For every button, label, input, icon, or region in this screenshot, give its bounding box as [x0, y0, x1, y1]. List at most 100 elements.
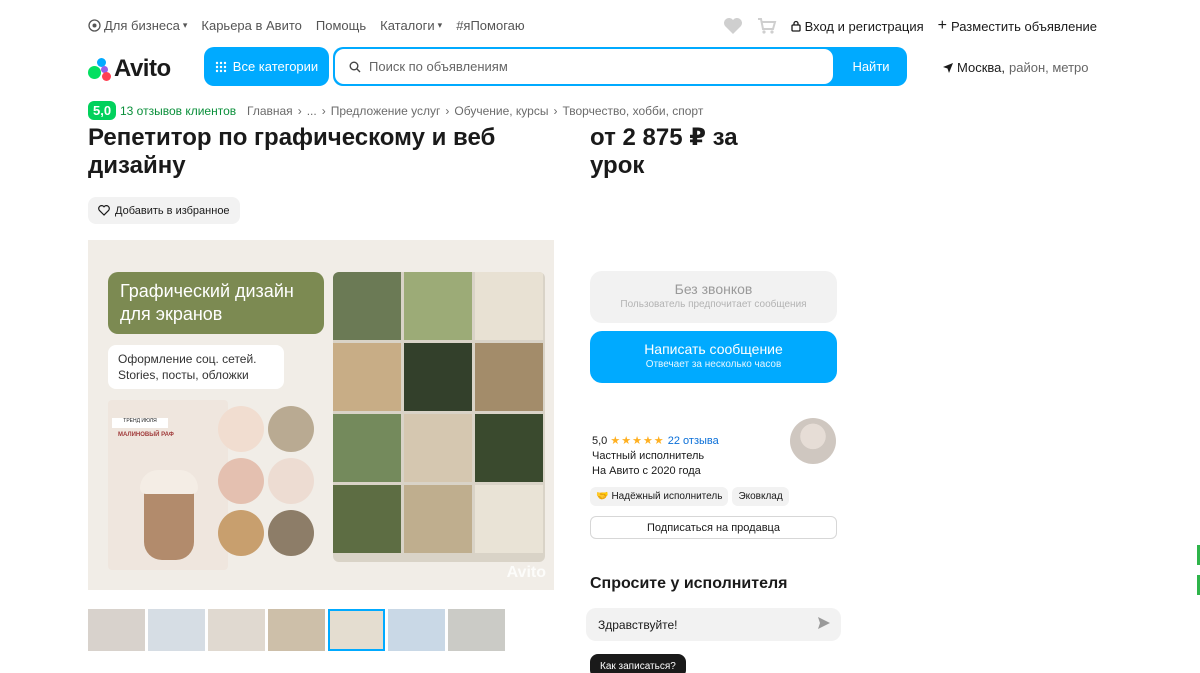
write-message-button[interactable]: Написать сообщение Отвечает за несколько… — [590, 331, 837, 383]
logo-dots-icon — [88, 58, 112, 81]
design-circle — [218, 510, 264, 556]
no-calls-subtitle: Пользователь предпочитает сообщения — [620, 299, 807, 310]
reliable-badge[interactable]: 🤝 Надёжный исполнитель — [590, 487, 729, 506]
search-button[interactable]: Найти — [835, 47, 907, 86]
rating-badge: 5,0 — [88, 101, 117, 120]
breadcrumb-home[interactable]: Главная — [247, 104, 293, 118]
breadcrumb-separator: › — [321, 104, 326, 118]
star-rating-icon: ★★★★★ — [610, 435, 665, 447]
seller-since: На Авито с 2020 года — [592, 465, 701, 477]
plus-icon: + — [937, 17, 947, 34]
breadcrumb-separator: › — [445, 104, 450, 118]
reliable-badge-label: Надёжный исполнитель — [611, 491, 723, 502]
login-link[interactable]: Вход и регистрация — [790, 18, 924, 34]
search-placeholder: Поиск по объявлениям — [369, 59, 508, 74]
location-hint: район, метро — [1009, 60, 1089, 75]
seller-type: Частный исполнитель — [592, 450, 705, 462]
location-selector[interactable]: Москва, район, метро — [943, 60, 1089, 75]
thumbnail[interactable] — [208, 609, 265, 651]
send-icon[interactable] — [817, 616, 831, 630]
logo-text: Avito — [114, 55, 171, 82]
catalogs-label: Каталоги — [380, 18, 435, 33]
design-circle — [268, 406, 314, 452]
promo-card: ТРЕНД ИЮЛЯ МАЛИНОВЫЙ РАФ — [108, 400, 228, 570]
all-categories-button[interactable]: Все категории — [204, 47, 329, 86]
top-nav: Для бизнеса ▾ Карьера в Авито Помощь Кат… — [88, 18, 525, 33]
breadcrumb-ellipsis[interactable]: ... — [307, 104, 317, 118]
promo-card-label: МАЛИНОВЫЙ РАФ — [118, 432, 174, 438]
main-listing-image[interactable]: Графический дизайн для экранов Оформлени… — [88, 240, 554, 590]
listing-title: Репетитор по графическому и веб дизайну — [88, 124, 496, 179]
breadcrumb: Главная › ... › Предложение услуг › Обуч… — [247, 104, 703, 118]
thumbnail[interactable] — [388, 609, 445, 651]
promo-subline: Оформление соц. сетей. Stories, посты, о… — [108, 345, 284, 389]
business-link[interactable]: Для бизнеса ▾ — [88, 18, 187, 33]
write-message-label: Написать сообщение — [644, 341, 783, 357]
breadcrumb-separator: › — [297, 104, 302, 118]
top-bar: Для бизнеса ▾ Карьера в Авито Помощь Кат… — [0, 0, 1200, 52]
write-message-subtitle: Отвечает за несколько часов — [645, 359, 782, 370]
ask-section-title: Спросите у исполнителя — [590, 575, 788, 592]
thumbnail[interactable] — [88, 609, 145, 651]
chevron-down-icon: ▾ — [437, 20, 443, 30]
handshake-icon: 🤝 — [596, 491, 609, 502]
career-link[interactable]: Карьера в Авито — [201, 18, 302, 33]
login-label: Вход и регистрация — [804, 18, 924, 34]
search-bar: Поиск по объявлениям Найти — [333, 47, 907, 86]
seller-badges: 🤝 Надёжный исполнитель Эковклад — [590, 487, 789, 506]
instagram-grid-preview — [333, 272, 545, 562]
catalogs-link[interactable]: Каталоги ▾ — [380, 18, 442, 33]
add-to-favorites-button[interactable]: Добавить в избранное — [88, 197, 240, 224]
ihelp-link[interactable]: #яПомогаю — [456, 18, 524, 33]
top-actions: Вход и регистрация + Разместить объявлен… — [723, 17, 1097, 35]
avatar[interactable] — [790, 418, 836, 464]
price-value: от 2 875 ₽ за урок — [590, 124, 738, 179]
no-calls-title: Без звонков — [674, 281, 753, 297]
grid-dots-icon — [215, 61, 226, 72]
promo-card-tag: ТРЕНД ИЮЛЯ — [112, 418, 168, 428]
help-link[interactable]: Помощь — [316, 18, 366, 33]
listing-price: от 2 875 ₽ за урок — [590, 124, 750, 180]
promo-headline: Графический дизайн для экранов — [108, 272, 324, 334]
eco-deposit-label: Эковклад — [738, 491, 783, 502]
seller-reviews-link[interactable]: 22 отзыва — [668, 435, 719, 447]
avito-watermark: Avito — [506, 564, 546, 581]
breadcrumb-hobby[interactable]: Творчество, хобби, спорт — [562, 104, 703, 118]
eco-deposit-badge[interactable]: Эковклад — [732, 487, 789, 506]
cart-icon[interactable] — [757, 17, 777, 35]
thumbnail-active[interactable] — [328, 609, 385, 651]
business-icon — [88, 19, 101, 32]
heart-outline-icon — [98, 205, 110, 216]
all-categories-label: Все категории — [232, 59, 319, 74]
ask-message-value: Здравствуйте! — [598, 617, 678, 632]
no-calls-notice: Без звонков Пользователь предпочитает со… — [590, 271, 837, 323]
business-label: Для бизнеса — [104, 18, 180, 33]
seller-rating: 5,0 — [592, 435, 608, 447]
search-input[interactable]: Поиск по объявлениям — [335, 49, 833, 84]
cream-illustration — [140, 470, 198, 494]
thumbnail-strip — [88, 609, 505, 651]
how-to-book-button[interactable]: Как записаться? — [590, 654, 686, 673]
ask-message-input[interactable]: Здравствуйте! — [586, 608, 841, 641]
chevron-down-icon: ▾ — [182, 20, 188, 30]
favorites-heart-icon[interactable] — [723, 17, 743, 35]
thumbnail[interactable] — [448, 609, 505, 651]
client-reviews-link[interactable]: 13 отзывов клиентов — [120, 104, 236, 118]
location-city: Москва, — [957, 60, 1005, 75]
breadcrumb-separator: › — [553, 104, 558, 118]
location-arrow-icon — [943, 62, 953, 73]
thumbnail[interactable] — [268, 609, 325, 651]
seller-info: 5,0 ★★★★★ 22 отзыва Частный исполнитель … — [592, 434, 719, 479]
search-icon — [349, 61, 361, 72]
thumbnail[interactable] — [148, 609, 205, 651]
design-circle — [218, 458, 264, 504]
post-ad-link[interactable]: + Разместить объявление — [938, 17, 1097, 35]
lock-icon — [790, 20, 801, 32]
design-circle — [218, 406, 264, 452]
subscribe-seller-button[interactable]: Подписаться на продавца — [590, 516, 837, 539]
post-ad-label: Разместить объявление — [950, 18, 1097, 34]
avito-logo[interactable]: Avito — [88, 55, 171, 83]
breadcrumb-services[interactable]: Предложение услуг — [331, 104, 441, 118]
breadcrumb-education[interactable]: Обучение, курсы — [454, 104, 548, 118]
add-to-favorites-label: Добавить в избранное — [115, 204, 230, 217]
